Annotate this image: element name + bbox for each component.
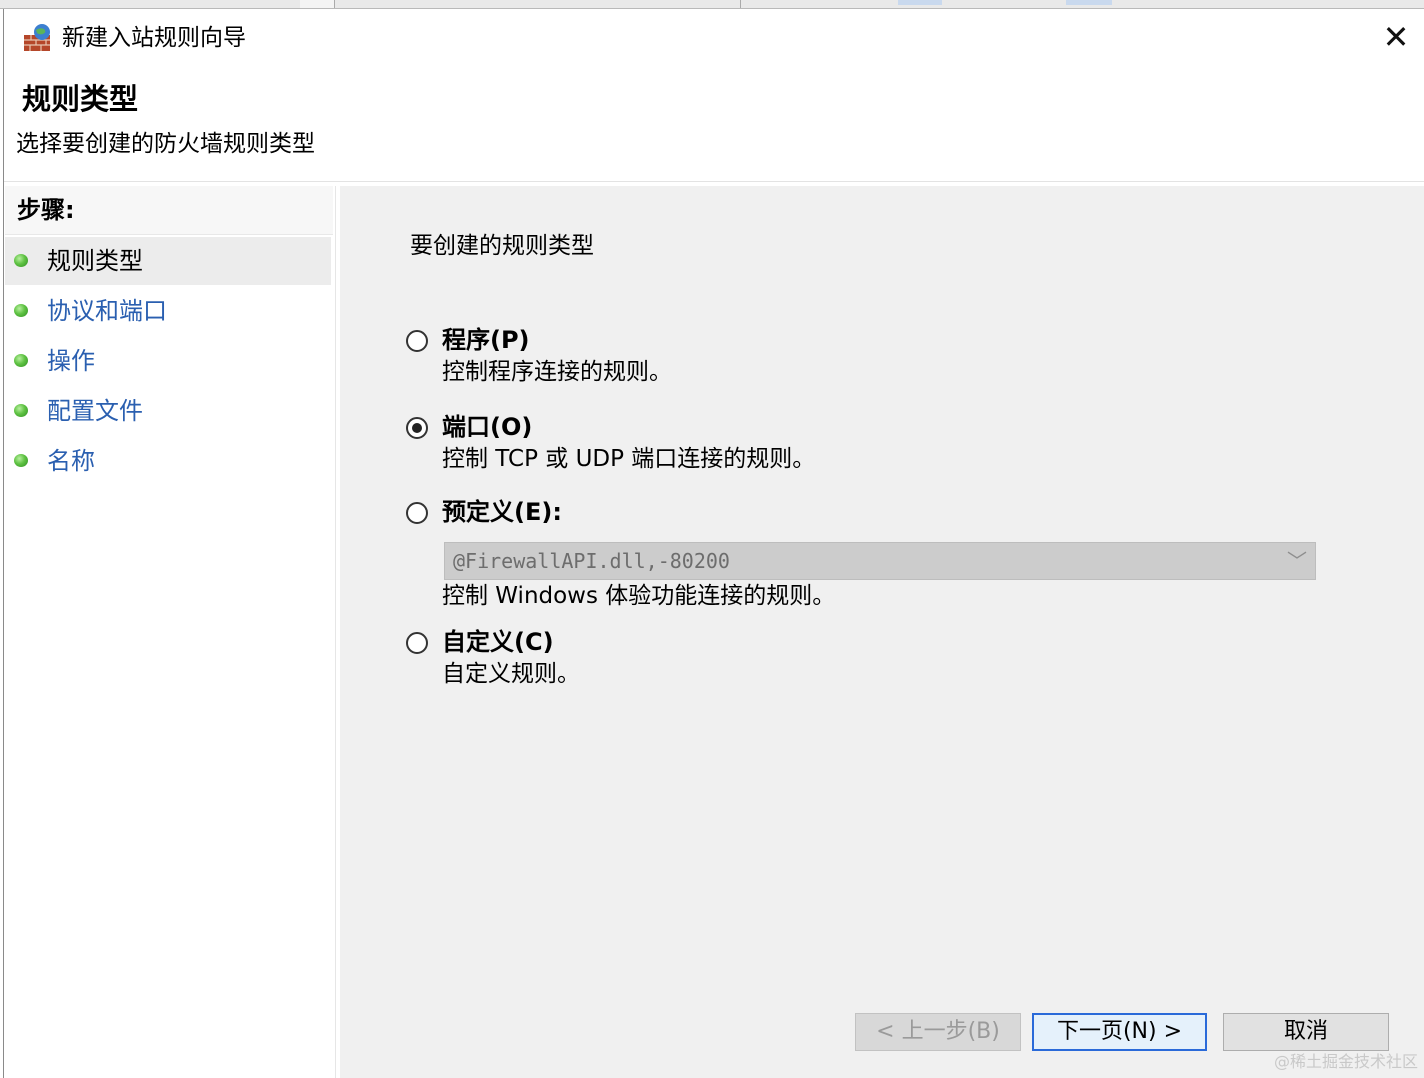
sidebar-item-profile[interactable]: 配置文件 [5, 387, 331, 435]
sidebar-item-action[interactable]: 操作 [5, 337, 331, 385]
option-title[interactable]: 自定义(C) [442, 626, 554, 658]
sidebar-item-label[interactable]: 名称 [47, 445, 95, 477]
sidebar-item-protocol-ports[interactable]: 协议和端口 [5, 287, 331, 335]
watermark: @稀土掘金技术社区 [1273, 1052, 1418, 1071]
inbound-rule-wizard-dialog: 新建入站规则向导 ✕ 规则类型 选择要创建的防火墙规则类型 步骤: 规则类型 协… [3, 9, 1424, 1078]
page-description: 选择要创建的防火墙规则类型 [16, 131, 315, 157]
next-button[interactable]: 下一页(N) > [1032, 1013, 1207, 1051]
option-title[interactable]: 端口(O) [442, 411, 532, 443]
background-segment [300, 0, 335, 8]
option-description: 控制程序连接的规则。 [442, 359, 672, 385]
firewall-wall-icon [24, 24, 50, 51]
close-button[interactable]: ✕ [1378, 19, 1414, 55]
chevron-down-icon: ﹀ [1287, 549, 1307, 573]
program-radio[interactable] [406, 330, 428, 352]
sidebar-item-label: 规则类型 [47, 247, 143, 275]
main-content: 要创建的规则类型 程序(P) 控制程序连接的规则。 端口(O) 控制 TCP 或… [340, 186, 1424, 1078]
header-divider [4, 181, 1424, 182]
green-bullet-icon [14, 354, 28, 367]
green-bullet-icon [14, 454, 28, 467]
sidebar-item-label[interactable]: 配置文件 [47, 395, 143, 427]
background-segment [740, 0, 741, 8]
green-bullet-icon [14, 304, 28, 317]
window-title: 新建入站规则向导 [62, 25, 246, 51]
sidebar-item-label[interactable]: 操作 [47, 345, 95, 377]
background-segment [898, 0, 942, 5]
title-bar: 新建入站规则向导 ✕ [4, 9, 1424, 67]
green-bullet-icon [14, 254, 28, 267]
steps-label: 步骤: [17, 196, 75, 224]
background-window-strip [0, 0, 1424, 9]
option-description: 控制 TCP 或 UDP 端口连接的规则。 [442, 446, 816, 472]
back-button: < 上一步(B) [855, 1013, 1021, 1051]
port-radio[interactable] [406, 417, 428, 439]
steps-sidebar: 步骤: 规则类型 协议和端口 操作 配置文件 名称 [5, 186, 336, 1078]
predefined-select-value: @FirewallAPI.dll,-80200 [453, 549, 730, 573]
predefined-radio[interactable] [406, 502, 428, 524]
steps-header: 步骤: [5, 186, 333, 235]
sidebar-item-label[interactable]: 协议和端口 [47, 295, 167, 327]
predefined-select: @FirewallAPI.dll,-80200 ﹀ [444, 542, 1316, 580]
background-segment [1066, 0, 1112, 5]
option-description: 控制 Windows 体验功能连接的规则。 [442, 583, 836, 609]
option-description: 自定义规则。 [442, 661, 580, 687]
custom-radio[interactable] [406, 632, 428, 654]
green-bullet-icon [14, 404, 28, 417]
option-title[interactable]: 程序(P) [442, 324, 530, 356]
option-title[interactable]: 预定义(E): [442, 496, 562, 528]
sidebar-item-rule-type: 规则类型 [5, 237, 331, 285]
page-title: 规则类型 [22, 82, 139, 116]
sidebar-item-name[interactable]: 名称 [5, 437, 331, 485]
rule-type-prompt: 要创建的规则类型 [410, 233, 594, 259]
cancel-button[interactable]: 取消 [1223, 1013, 1389, 1051]
